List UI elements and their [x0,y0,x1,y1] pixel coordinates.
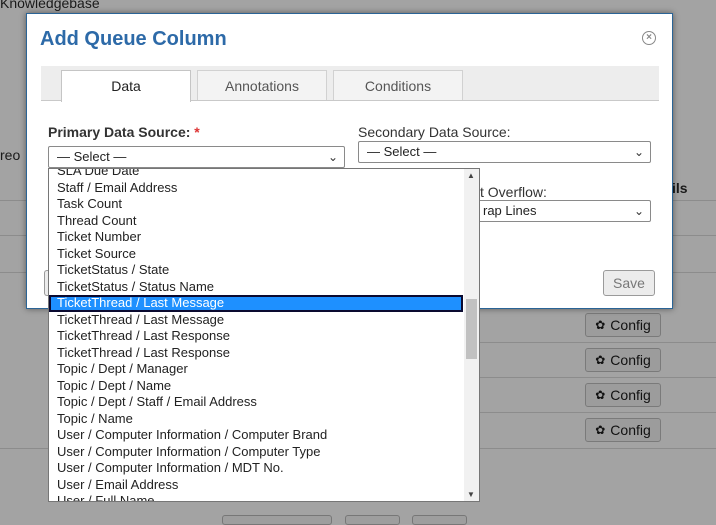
dropdown-option[interactable]: User / Computer Information / MDT No. [49,460,463,477]
divider [480,412,716,413]
tab-conditions[interactable]: Conditions [333,70,463,100]
close-icon[interactable]: × [642,31,656,45]
dropdown-option[interactable]: User / Full Name [49,493,463,501]
tab-annotations[interactable]: Annotations [197,70,327,100]
dropdown-option[interactable]: Topic / Dept / Manager [49,361,463,378]
gear-icon: ✿ [595,318,606,332]
dropdown-options: SLA Due Date Staff / Email Address Task Co… [49,169,463,501]
dropdown-option[interactable]: TicketThread / Last Response [49,345,463,362]
dropdown-option[interactable]: TicketThread / Last Response [49,328,463,345]
bg-button[interactable] [222,515,332,525]
divider [480,377,716,378]
bg-text-fragment-right: ils [672,180,688,196]
primary-select-value: — Select — [57,149,127,164]
dropdown-scrollbar[interactable]: ▲ ▼ [464,169,479,501]
config-button[interactable]: ✿ Config [585,418,661,442]
save-button[interactable]: Save [603,270,655,296]
dropdown-option[interactable]: Task Count [49,196,463,213]
chevron-down-icon: ⌄ [633,145,644,159]
primary-data-source-dropdown[interactable]: SLA Due Date Staff / Email Address Task Co… [48,168,480,502]
dialog-tabs: Data Annotations Conditions [41,66,659,102]
dropdown-option[interactable]: TicketThread / Last Message [49,295,463,312]
dropdown-option[interactable]: Topic / Name [49,411,463,428]
config-button-label: Config [610,422,651,438]
dropdown-option[interactable]: Ticket Number [49,229,463,246]
gear-icon: ✿ [595,388,606,402]
secondary-select-value: — Select — [367,144,437,159]
gear-icon: ✿ [595,423,606,437]
dropdown-option[interactable]: Ticket Source [49,246,463,263]
dropdown-option[interactable]: TicketStatus / State [49,262,463,279]
dialog-title: Add Queue Column [40,28,227,50]
config-button[interactable]: ✿ Config [585,383,661,407]
bg-button[interactable] [345,515,400,525]
overflow-select-value: rap Lines [483,203,537,218]
divider [480,342,716,343]
dropdown-option[interactable]: User / Computer Information / Computer B… [49,427,463,444]
required-mark: * [194,124,200,140]
scrollbar-thumb[interactable] [466,299,477,359]
scroll-down-icon[interactable]: ▼ [467,490,475,499]
page-breadcrumb: Knowledgebase [0,0,100,11]
dropdown-option[interactable]: Staff / Email Address [49,180,463,197]
dropdown-option[interactable]: SLA Due Date [49,169,463,180]
secondary-data-source-select[interactable]: — Select — ⌄ [358,141,651,163]
scroll-up-icon[interactable]: ▲ [467,171,475,180]
gear-icon: ✿ [595,353,606,367]
chevron-down-icon: ⌄ [327,150,338,164]
tab-data[interactable]: Data [61,70,191,102]
dropdown-option[interactable]: TicketThread / Last Message [49,312,463,329]
primary-data-source-label: Primary Data Source: * [48,124,200,140]
text-overflow-label: t Overflow: [480,184,547,200]
primary-data-source-select[interactable]: — Select — ⌄ [48,146,345,168]
dropdown-option[interactable]: Topic / Dept / Name [49,378,463,395]
bg-text-fragment-left: reo [0,147,21,163]
dropdown-option[interactable]: TicketStatus / Status Name [49,279,463,296]
config-button-label: Config [610,352,651,368]
config-button-label: Config [610,387,651,403]
dropdown-option[interactable]: User / Computer Information / Computer T… [49,444,463,461]
dropdown-option[interactable]: Thread Count [49,213,463,230]
config-button[interactable]: ✿ Config [585,348,661,372]
secondary-data-source-label: Secondary Data Source: [358,124,511,140]
config-button-label: Config [610,317,651,333]
dropdown-option[interactable]: User / Email Address [49,477,463,494]
chevron-down-icon: ⌄ [633,204,644,218]
config-button[interactable]: ✿ Config [585,313,661,337]
bg-button[interactable] [412,515,467,525]
dropdown-option[interactable]: Topic / Dept / Staff / Email Address [49,394,463,411]
